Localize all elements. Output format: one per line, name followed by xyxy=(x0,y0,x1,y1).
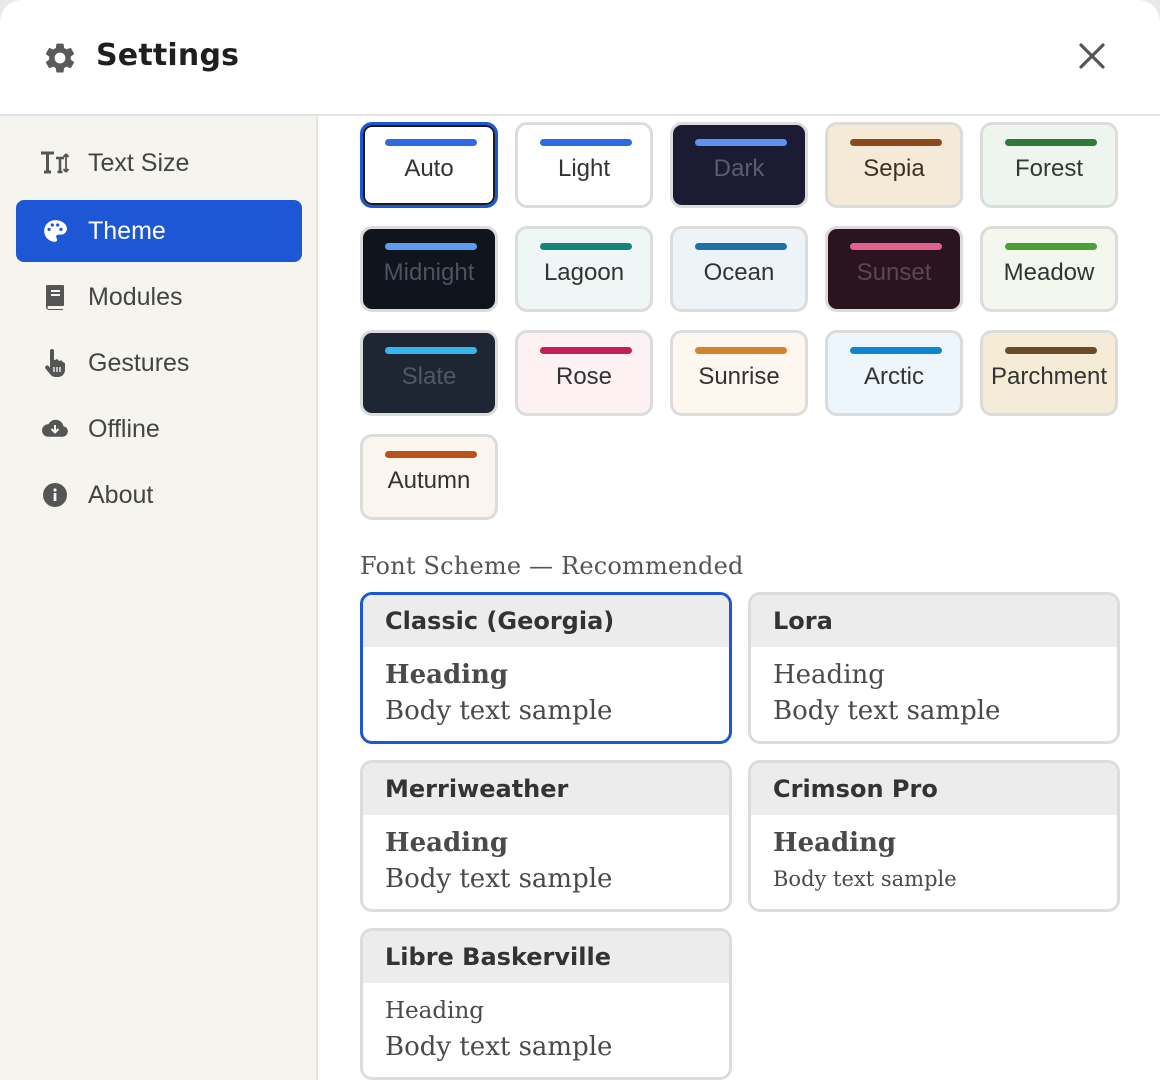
theme-option-label: Dark xyxy=(713,155,765,182)
theme-option-parchment[interactable]: Parchment xyxy=(980,330,1118,416)
sidebar-item-label: Gestures xyxy=(88,348,190,377)
theme-option-lagoon[interactable]: Lagoon xyxy=(515,226,653,312)
theme-option-autumn[interactable]: Autumn xyxy=(360,434,498,520)
theme-option-arctic[interactable]: Arctic xyxy=(825,330,963,416)
theme-option-label: Autumn xyxy=(387,467,471,494)
theme-accent-bar xyxy=(1005,243,1097,250)
sidebar-item-label: About xyxy=(88,480,154,509)
theme-option-light[interactable]: Light xyxy=(515,122,653,208)
theme-accent-bar xyxy=(540,139,632,146)
theme-option-label: Auto xyxy=(404,155,454,182)
theme-accent-bar xyxy=(850,243,942,250)
theme-accent-bar xyxy=(540,347,632,354)
font-scheme-name: Classic (Georgia) xyxy=(363,595,729,647)
font-scheme-label: Font Scheme — Recommended xyxy=(360,552,744,580)
settings-dialog: Settings Text Size Theme Modules Gesture… xyxy=(0,0,1160,1080)
theme-accent-bar xyxy=(850,347,942,354)
dialog-header: Settings xyxy=(0,0,1160,116)
theme-option-label: Ocean xyxy=(703,259,775,286)
theme-option-sepia[interactable]: Sepia xyxy=(825,122,963,208)
theme-grid: Auto Light Dark Sepia Forest Midnight Lagoon Oc… xyxy=(360,122,1120,520)
theme-option-sunrise[interactable]: Sunrise xyxy=(670,330,808,416)
theme-option-meadow[interactable]: Meadow xyxy=(980,226,1118,312)
font-scheme-libre-baskerville[interactable]: Libre Baskerville Heading Body text samp… xyxy=(360,928,732,1080)
cloud-download-icon xyxy=(40,414,70,444)
dialog-title: Settings xyxy=(96,38,240,73)
theme-panel: Auto Light Dark Sepia Forest Midnight Lagoon Oc… xyxy=(320,118,1160,1080)
theme-option-ocean[interactable]: Ocean xyxy=(670,226,808,312)
font-heading-sample: Heading xyxy=(385,828,509,858)
sidebar-item-label: Modules xyxy=(88,282,183,311)
theme-option-label: Rose xyxy=(555,363,613,390)
font-scheme-grid: Classic (Georgia) Heading Body text samp… xyxy=(360,592,1120,1080)
theme-option-label: Sepia xyxy=(863,155,925,182)
font-heading-sample: Heading xyxy=(773,660,885,690)
theme-option-label: Light xyxy=(557,155,611,182)
sidebar-item-label: Text Size xyxy=(88,148,190,177)
theme-option-label: Arctic xyxy=(864,363,924,390)
theme-accent-bar xyxy=(385,347,477,354)
theme-option-forest[interactable]: Forest xyxy=(980,122,1118,208)
theme-option-label: Parchment xyxy=(990,363,1108,390)
font-scheme-lora[interactable]: Lora Heading Body text sample xyxy=(748,592,1120,744)
sidebar: Text Size Theme Modules Gestures Offline… xyxy=(0,116,318,1080)
font-heading-sample: Heading xyxy=(385,660,509,690)
theme-accent-bar xyxy=(695,139,787,146)
sidebar-item-offline[interactable]: Offline xyxy=(16,398,302,460)
theme-option-label: Sunrise xyxy=(698,363,780,390)
sidebar-item-gestures[interactable]: Gestures xyxy=(16,332,302,394)
hand-pointer-icon xyxy=(40,348,70,378)
gear-icon xyxy=(42,40,78,76)
theme-accent-bar xyxy=(1005,347,1097,354)
theme-accent-bar xyxy=(695,347,787,354)
text-size-icon xyxy=(40,148,70,178)
font-body-sample: Body text sample xyxy=(385,1032,613,1062)
close-icon xyxy=(1079,43,1105,69)
theme-option-rose[interactable]: Rose xyxy=(515,330,653,416)
font-scheme-classic-georgia[interactable]: Classic (Georgia) Heading Body text samp… xyxy=(360,592,732,744)
theme-option-label: Sunset xyxy=(856,259,932,286)
sidebar-item-text-size[interactable]: Text Size xyxy=(16,132,302,194)
theme-option-dark[interactable]: Dark xyxy=(670,122,808,208)
theme-option-label: Midnight xyxy=(383,259,475,286)
close-button[interactable] xyxy=(1070,34,1114,78)
font-scheme-name: Merriweather xyxy=(363,763,729,815)
font-scheme-name: Crimson Pro xyxy=(751,763,1117,815)
font-scheme-crimson-pro[interactable]: Crimson Pro Heading Body text sample xyxy=(748,760,1120,912)
font-scheme-name: Lora xyxy=(751,595,1117,647)
theme-option-label: Meadow xyxy=(1003,259,1095,286)
theme-accent-bar xyxy=(1005,139,1097,146)
sidebar-item-modules[interactable]: Modules xyxy=(16,266,302,328)
theme-option-label: Slate xyxy=(401,363,457,390)
font-body-sample: Body text sample xyxy=(773,696,1001,726)
theme-option-sunset[interactable]: Sunset xyxy=(825,226,963,312)
font-heading-sample: Heading xyxy=(385,998,484,1024)
theme-accent-bar xyxy=(850,139,942,146)
font-body-sample: Body text sample xyxy=(385,696,613,726)
sidebar-item-label: Theme xyxy=(88,216,166,245)
book-icon xyxy=(40,282,70,312)
font-body-sample: Body text sample xyxy=(385,864,613,894)
theme-option-label: Forest xyxy=(1014,155,1083,182)
theme-accent-bar xyxy=(385,451,477,458)
theme-accent-bar xyxy=(695,243,787,250)
sidebar-item-theme[interactable]: Theme xyxy=(16,200,302,262)
theme-accent-bar xyxy=(385,139,477,146)
theme-option-label: Lagoon xyxy=(543,259,625,286)
theme-option-auto[interactable]: Auto xyxy=(360,122,498,208)
palette-icon xyxy=(40,216,70,246)
font-body-sample: Body text sample xyxy=(773,867,957,891)
theme-option-slate[interactable]: Slate xyxy=(360,330,498,416)
font-scheme-name: Libre Baskerville xyxy=(363,931,729,983)
font-scheme-merriweather[interactable]: Merriweather Heading Body text sample xyxy=(360,760,732,912)
sidebar-item-label: Offline xyxy=(88,414,160,443)
font-heading-sample: Heading xyxy=(773,828,897,858)
theme-accent-bar xyxy=(385,243,477,250)
theme-accent-bar xyxy=(540,243,632,250)
info-icon xyxy=(40,480,70,510)
sidebar-item-about[interactable]: About xyxy=(16,464,302,526)
theme-option-midnight[interactable]: Midnight xyxy=(360,226,498,312)
